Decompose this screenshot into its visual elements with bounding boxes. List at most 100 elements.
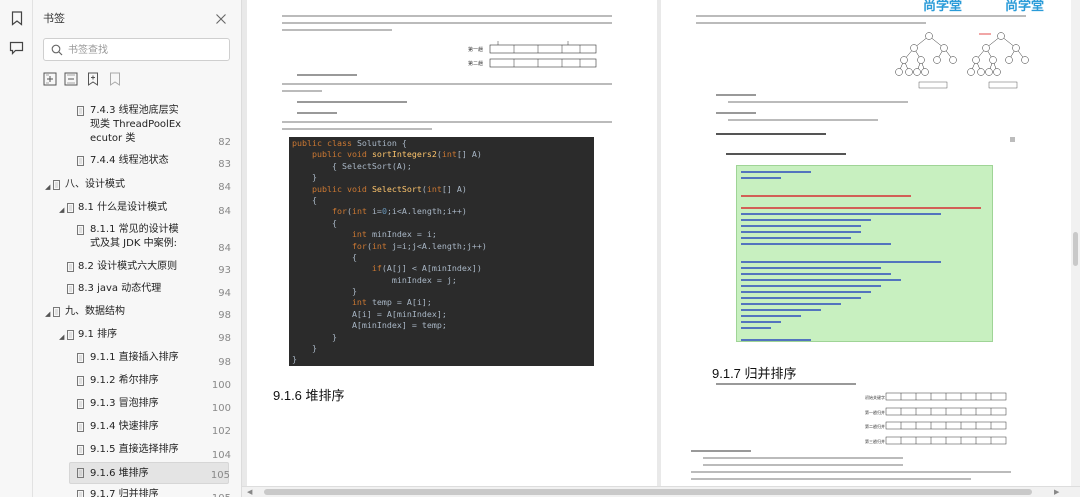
caret-down-icon[interactable]: ◢ [59,203,64,217]
body-text [716,110,916,124]
horizontal-scrollbar[interactable]: ◀ ▶ [242,486,1080,497]
code-line: } [292,343,317,354]
array-diagram: 第一趟 第二趟 [468,41,598,69]
toc-item[interactable]: 8.2 设计模式六大原则 93 [33,260,233,276]
toc-label: 9.1.1 直接插入排序 [90,352,179,363]
bookmark-search[interactable] [43,38,230,61]
code-line: A[minIndex] = temp; [292,320,447,331]
page-icon [77,422,84,437]
body-text [716,92,916,106]
toc-label: 9.1.2 希尔排序 [90,375,159,386]
code-line [741,267,881,269]
caret-down-icon[interactable]: ◢ [45,180,50,194]
collapse-all-icon[interactable] [64,71,78,86]
search-input[interactable] [68,42,224,58]
comment-icon[interactable] [8,39,25,56]
page-icon [67,203,74,218]
code-line [741,303,841,305]
page-icon [77,353,84,368]
toc-label: 7.4.3 线程池底层实 现类 ThreadPoolEx ecutor 类 [90,105,182,144]
page-icon [77,468,84,483]
toc-item[interactable]: ◢ 9.1 排序 98 [33,328,233,344]
code-line [741,309,821,311]
toc-label: 8.1 什么是设计模式 [78,202,168,213]
vertical-scrollbar[interactable] [1071,0,1080,486]
code-line [741,171,811,173]
code-line [741,297,861,299]
bookmark-outline-icon[interactable] [109,71,123,86]
toc-page: 98 [218,333,231,344]
toc-item[interactable]: 8.3 java 动态代理 94 [33,282,233,299]
code-line: if(A[j] < A[minIndex]) [292,263,482,274]
close-icon[interactable] [215,10,229,24]
document-viewer: 第一趟 第二趟 public class Solution {public v… [242,0,1080,497]
toc-item[interactable]: 9.1.4 快速排序 102 [33,420,233,437]
add-bookmark-icon[interactable] [87,71,101,86]
toc-item[interactable]: 9.1.5 直接选择排序 104 [33,443,233,461]
svg-text:第一趟归并: 第一趟归并 [865,409,885,415]
code-line: } [292,331,337,342]
toc-page: 105 [209,492,231,497]
code-line: for(int j=i;j<A.length;j++) [292,240,487,251]
bookmark-icon[interactable] [8,10,25,27]
code-line: A[i] = A[minIndex]; [292,308,447,319]
svg-text:第三趟归并: 第三趟归并 [865,438,885,444]
code-line: public void SelectSort(int[] A) [292,183,467,194]
body-text [282,119,612,133]
horizontal-scroll-thumb[interactable] [264,489,1032,495]
scroll-right-arrow-icon[interactable]: ▶ [1054,488,1059,496]
toc-item[interactable]: 9.1.2 希尔排序 100 [33,374,233,391]
page-icon [77,399,84,414]
toc-page: 102 [211,426,231,437]
toc-item[interactable]: 9.1.3 冒泡排序 100 [33,397,233,414]
toc-item[interactable]: ◢ 8.1 什么是设计模式 84 [33,201,233,217]
toc-item[interactable]: ◢ 九、数据结构 98 [33,305,233,321]
body-text [726,151,846,158]
page-icon [53,307,60,322]
section-heading: 9.1.6 堆排序 [273,388,345,403]
scroll-left-arrow-icon[interactable]: ◀ [247,488,252,496]
code-line [741,285,881,287]
toc-page: 105 [210,470,230,481]
page-icon [77,156,84,171]
expand-all-icon[interactable] [43,71,57,86]
toc-item[interactable]: 9.1.7 归并排序 105 [33,488,233,497]
pdf-page-right: 尚学堂 尚学堂 9.1.7 归并排序 初始关键字 第一趟归并 第二趟归并 第三趟… [661,0,1071,486]
svg-text:初始关键字: 初始关键字 [865,394,885,400]
section-heading: 9.1.7 归并排序 [712,366,797,381]
code-line [741,327,771,329]
code-line [741,231,861,233]
vertical-scroll-thumb[interactable] [1073,232,1078,266]
caret-down-icon[interactable]: ◢ [59,330,64,344]
toc-page: 84 [218,206,231,217]
code-line [741,315,801,317]
code-line [741,279,901,281]
toc-item[interactable]: 7.4.3 线程池底层实 现类 ThreadPoolEx ecutor 类 82 [33,104,233,148]
bookmark-panel: 书签 7.4.3 线程池底层实 现类 ThreadPoolEx ecutor 类… [33,0,242,497]
code-line: for(int i=0;i<A.length;i++) [292,206,467,217]
body-text [691,448,1031,483]
caret-down-icon[interactable]: ◢ [45,307,50,321]
body-text [282,81,612,95]
code-line [741,291,871,293]
toc-label: 9.1.5 直接选择排序 [90,444,179,455]
toc-page: 98 [218,310,231,321]
code-line [741,339,811,341]
toc-item[interactable]: 9.1.1 直接插入排序 98 [33,351,233,368]
toc-item[interactable]: 8.1.1 常见的设计模 式及其 JDK 中案例: 84 [33,223,233,254]
code-line [741,195,911,197]
panel-title: 书签 [43,12,65,25]
toc-item-selected[interactable]: 9.1.6 堆排序 105 [69,462,230,484]
search-icon [51,44,63,56]
code-line [741,261,941,263]
toc-item[interactable]: ◢ 八、设计模式 84 [33,178,233,194]
toc-label: 8.1.1 常见的设计模 式及其 JDK 中案例: [90,224,179,249]
page-icon [77,225,84,240]
toc-label: 八、设计模式 [65,179,125,190]
code-block: public class Solution { public void sort… [289,137,594,366]
toc-item[interactable]: 7.4.4 线程池状态 83 [33,154,233,170]
note-marker[interactable] [1010,137,1015,142]
page-icon [77,106,84,121]
page-icon [67,284,74,299]
code-line: { [292,251,357,262]
